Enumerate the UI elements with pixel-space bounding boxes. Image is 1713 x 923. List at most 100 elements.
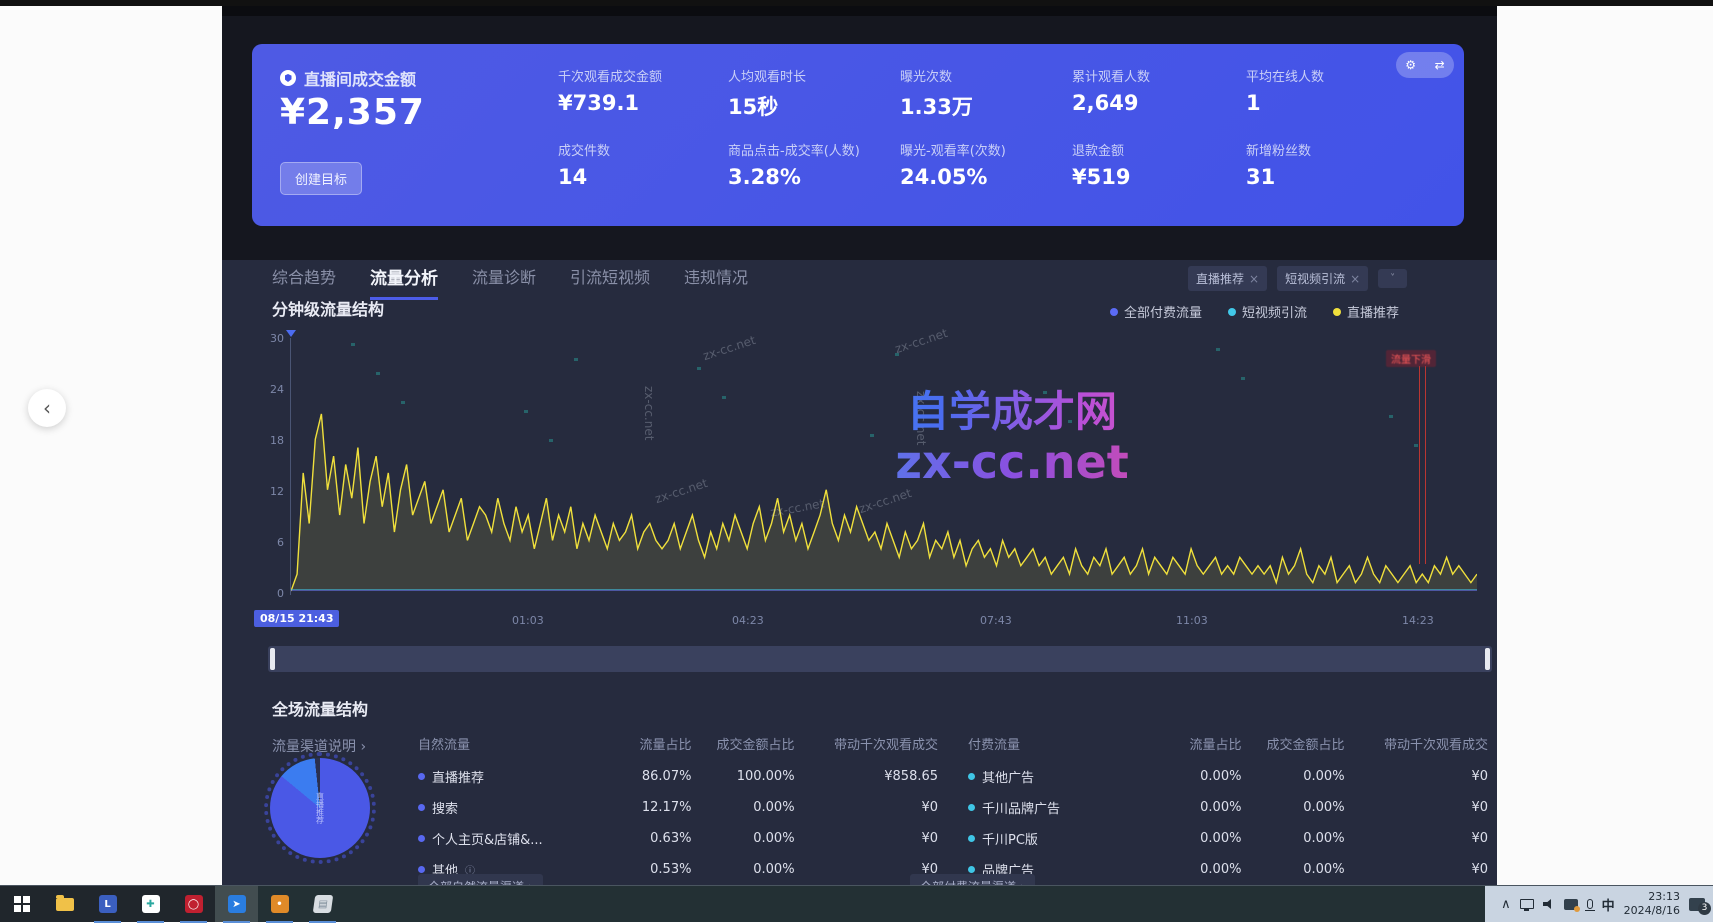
all-paid-channels-link[interactable]: 全部付费流量渠道 › [910,874,1035,885]
taskbar-app-browser-active[interactable]: ➤ [215,886,258,923]
taskbar-middle-segment [215,886,1485,922]
metric-cell: 曝光-观看率(次数) 24.05% [900,140,1070,189]
legend-label: 短视频引流 [1242,302,1307,321]
row-share: 0.00% [1138,862,1241,877]
row-bullet [968,835,975,842]
taskbar-app-red[interactable]: ◯ [172,886,215,923]
chip-close-icon[interactable]: × [1249,272,1259,286]
folder-icon [56,898,74,911]
microphone-icon[interactable] [1587,899,1593,909]
row-gmv-share: 0.00% [1241,800,1344,815]
row-share: 0.63% [588,831,691,846]
metric-cell: 人均观看时长 15秒 [728,66,898,121]
taskbar-app-icons: L ✚ ◯ ➤ • ▤ [0,886,344,922]
row-per-mille: ¥0 [1345,831,1488,846]
swap-icon[interactable]: ⇄ [1435,58,1445,72]
chart-range-slider[interactable] [268,646,1492,672]
row-name: 搜索 [432,798,458,817]
banner-toolbar[interactable]: ⚙ ⇄ [1396,52,1454,78]
row-bullet [968,773,975,780]
file-explorer-icon[interactable] [43,886,86,923]
taskbar-app-orange[interactable]: • [258,886,301,923]
back-button[interactable]: ‹ [28,389,66,427]
slider-handle-right[interactable] [1485,648,1490,670]
row-share: 0.00% [1138,800,1241,815]
y-tick: 12 [254,485,284,498]
app-tile-icon: ▤ [312,895,333,913]
create-goal-button[interactable]: 创建目标 [280,162,362,195]
network-icon[interactable] [1520,899,1534,909]
col-header: 带动千次观看成交 [1345,734,1488,753]
metric-cell: 商品点击-成交率(人数) 3.28% [728,140,898,189]
taskbar-app-blue-l[interactable]: L [86,886,129,923]
col-header: 流量占比 [1138,734,1241,753]
table-row[interactable]: 个人主页&店铺&... 0.63% 0.00% ¥0 [418,829,938,848]
chip-short-video[interactable]: 短视频引流 × [1277,266,1368,291]
metric-cell: 成交件数 14 [558,140,728,189]
taskbar-app-notepad[interactable]: ▤ [301,886,344,923]
chip-label: 短视频引流 [1285,272,1345,286]
legend-item-paid[interactable]: 全部付费流量 [1110,302,1202,321]
row-per-mille: ¥0 [1345,769,1488,784]
clock[interactable]: 23:13 2024/8/16 [1624,890,1680,918]
chip-close-icon[interactable]: × [1350,272,1360,286]
legend-label: 直播推荐 [1347,302,1399,321]
slider-handle-left[interactable] [270,648,275,670]
table-row[interactable]: 千川品牌广告 0.00% 0.00% ¥0 [968,798,1488,817]
ime-indicator[interactable]: 中 [1602,895,1615,914]
chart-legend: 全部付费流量 短视频引流 直播推荐 [1110,302,1399,321]
chip-dropdown-icon[interactable]: ˅ [1378,269,1407,288]
row-share: 0.53% [588,862,691,877]
red-marker-line [1419,366,1420,564]
clock-time: 23:13 [1624,890,1680,904]
start-button[interactable] [0,886,43,923]
tab-bar: 综合趋势 流量分析 流量诊断 引流短视频 违规情况 [272,264,748,300]
tab-short-video[interactable]: 引流短视频 [570,264,650,300]
col-header: 成交金额占比 [1241,734,1344,753]
minute-traffic-chart[interactable]: 30 24 18 12 6 0 流量下滑 08/15 21:43 01:03 0… [290,338,1480,595]
tray-chevron-icon[interactable]: ∧ [1501,897,1511,912]
x-tick-selected[interactable]: 08/15 21:43 [254,610,339,627]
chip-live-recommend[interactable]: 直播推荐× [1188,266,1267,291]
table-row[interactable]: 搜索 12.17% 0.00% ¥0 [418,798,938,817]
col-header: 付费流量 [968,734,1138,753]
taskbar-app-teal[interactable]: ✚ [129,886,172,923]
row-per-mille: ¥0 [795,831,938,846]
app-tile-icon: • [271,895,289,913]
tab-traffic-analysis[interactable]: 流量分析 [370,264,438,300]
tab-traffic-diagnosis[interactable]: 流量诊断 [472,264,536,300]
shield-icon [280,70,296,86]
snip-tool-icon[interactable] [1564,899,1578,910]
row-gmv-share: 0.00% [691,831,794,846]
notification-center-icon[interactable]: 3 [1689,898,1705,911]
table-row[interactable]: 千川PC版 0.00% 0.00% ¥0 [968,829,1488,848]
paid-traffic-table: 付费流量 流量占比 成交金额占比 带动千次观看成交 其他广告 0.00% 0.0… [968,734,1488,885]
natural-traffic-table: 自然流量 流量占比 成交金额占比 带动千次观看成交 直播推荐 86.07% 10… [418,734,938,885]
table-row[interactable]: 直播推荐 86.07% 100.00% ¥858.65 [418,767,938,786]
legend-item-shortvideo[interactable]: 短视频引流 [1228,302,1307,321]
tab-overall-trend[interactable]: 综合趋势 [272,264,336,300]
tab-violations[interactable]: 违规情况 [684,264,748,300]
row-share: 86.07% [588,769,691,784]
table-row[interactable]: 品牌广告 0.00% 0.00% ¥0 [968,860,1488,879]
app-tile-icon: L [99,895,117,913]
legend-item-live[interactable]: 直播推荐 [1333,302,1399,321]
metric-cell: 新增粉丝数 31 [1246,140,1416,189]
row-share: 0.00% [1138,831,1241,846]
row-bullet [968,804,975,811]
y-tick: 6 [254,536,284,549]
table-row[interactable]: 其他广告 0.00% 0.00% ¥0 [968,767,1488,786]
all-natural-channels-link[interactable]: 全部自然流量渠道 › [418,874,543,885]
clock-date: 2024/8/16 [1624,904,1680,918]
metric-cell: 曝光次数 1.33万 [900,66,1070,121]
row-name: 其他广告 [982,767,1034,786]
main-metric-label: 直播间成交金额 [280,66,416,90]
row-name: 千川PC版 [982,829,1038,848]
gear-icon[interactable]: ⚙ [1405,58,1416,72]
legend-dot-yellow [1333,308,1341,316]
donut-label: 直播推荐 [315,792,326,824]
speaker-icon[interactable] [1543,899,1555,909]
row-bullet [418,773,425,780]
legend-dot-cyan [1228,308,1236,316]
traffic-donut-chart[interactable]: 直播推荐 [270,758,370,858]
